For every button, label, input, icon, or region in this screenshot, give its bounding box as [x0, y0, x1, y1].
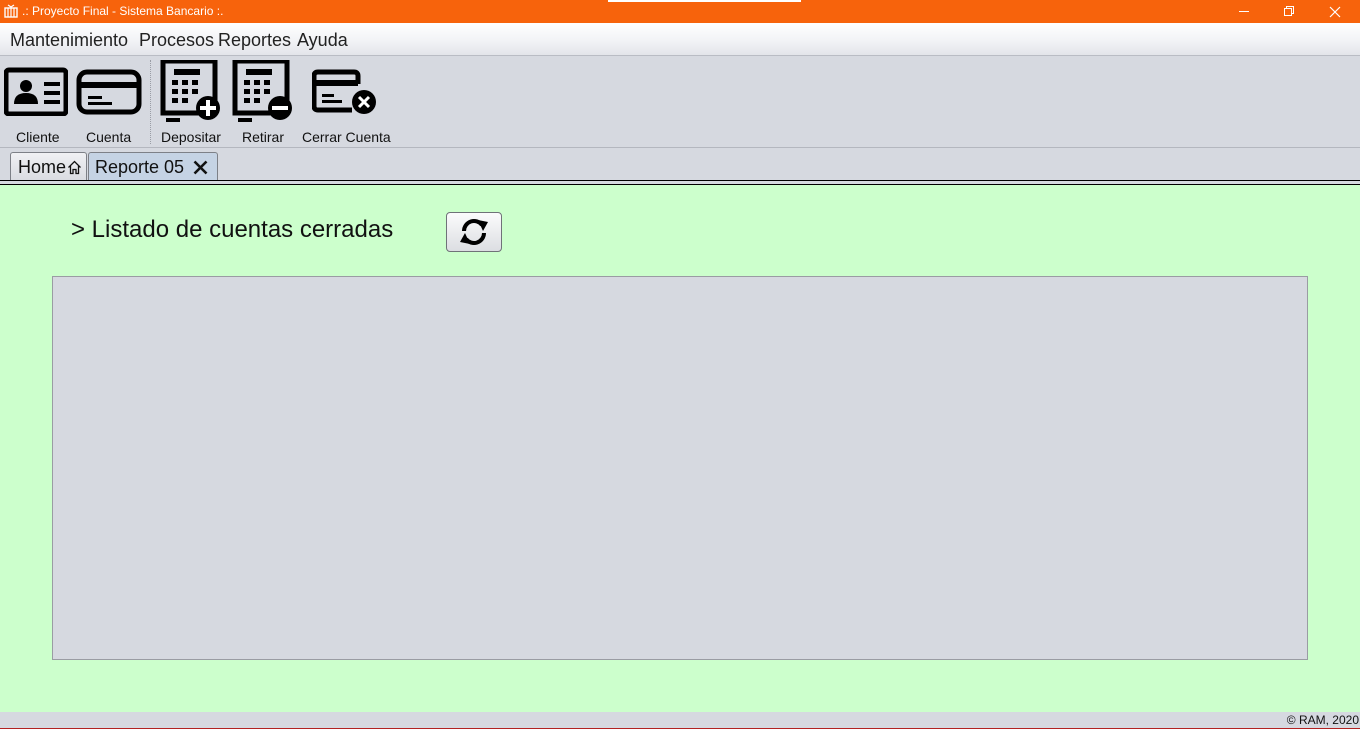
cuenta-label: Cuenta: [86, 129, 132, 145]
cliente-button[interactable]: Cliente: [0, 56, 72, 148]
menu-procesos[interactable]: Procesos: [139, 30, 214, 50]
tab-reporte-05[interactable]: Reporte 05: [88, 152, 218, 181]
cuenta-button[interactable]: Cuenta: [72, 56, 148, 148]
java-app-icon: [4, 4, 18, 18]
refresh-button[interactable]: [446, 212, 502, 252]
id-card-icon: [3, 60, 69, 121]
cerrar-cuenta-label: Cerrar Cuenta: [302, 129, 391, 145]
restore-icon: [1283, 6, 1294, 16]
close-window-button[interactable]: [1312, 0, 1358, 23]
refresh-icon: [460, 219, 488, 245]
menu-reportes[interactable]: Reportes: [218, 30, 291, 50]
title-drag-indicator: [608, 0, 801, 2]
status-bar: © RAM, 2020: [0, 712, 1360, 729]
cerrar-cuenta-button[interactable]: Cerrar Cuenta: [296, 56, 396, 148]
tab-bar: Home Reporte 05: [0, 149, 1360, 185]
report-panel: > Listado de cuentas cerradas: [0, 185, 1360, 712]
depositar-button[interactable]: Depositar: [155, 56, 227, 148]
calculator-plus-icon: [160, 58, 226, 131]
menu-mantenimiento[interactable]: Mantenimiento: [10, 30, 128, 50]
tab-home[interactable]: Home: [10, 152, 87, 181]
tab-reporte-label: Reporte 05: [95, 156, 185, 177]
restore-button[interactable]: [1266, 0, 1312, 23]
menu-bar: Mantenimiento Procesos Reportes Ayuda: [0, 23, 1360, 56]
tab-underline: [0, 180, 1360, 181]
close-icon: [193, 160, 208, 174]
credit-card-icon: [76, 60, 142, 121]
tab-home-label: Home: [18, 156, 67, 177]
closed-accounts-table[interactable]: [52, 276, 1308, 660]
cliente-label: Cliente: [16, 129, 60, 145]
close-icon: [1329, 6, 1341, 17]
copyright-text: © RAM, 2020: [1286, 713, 1359, 727]
minimize-button[interactable]: [1221, 0, 1267, 23]
depositar-label: Depositar: [161, 129, 221, 145]
retirar-button[interactable]: Retirar: [228, 56, 294, 148]
card-close-icon: [311, 60, 378, 121]
calculator-minus-icon: [232, 58, 298, 131]
home-icon: [68, 160, 81, 174]
toolbar: Cliente Cuenta Depositar Retirar Cerrar …: [0, 56, 1360, 148]
window-title: .: Proyecto Final - Sistema Bancario :.: [22, 4, 224, 18]
page-title: > Listado de cuentas cerradas: [71, 216, 394, 243]
minimize-icon: [1238, 11, 1249, 12]
menu-ayuda[interactable]: Ayuda: [297, 30, 348, 50]
toolbar-separator: [150, 60, 151, 144]
retirar-label: Retirar: [242, 129, 285, 145]
title-bar[interactable]: .: Proyecto Final - Sistema Bancario :.: [0, 0, 1360, 23]
close-tab-button[interactable]: [193, 160, 208, 175]
